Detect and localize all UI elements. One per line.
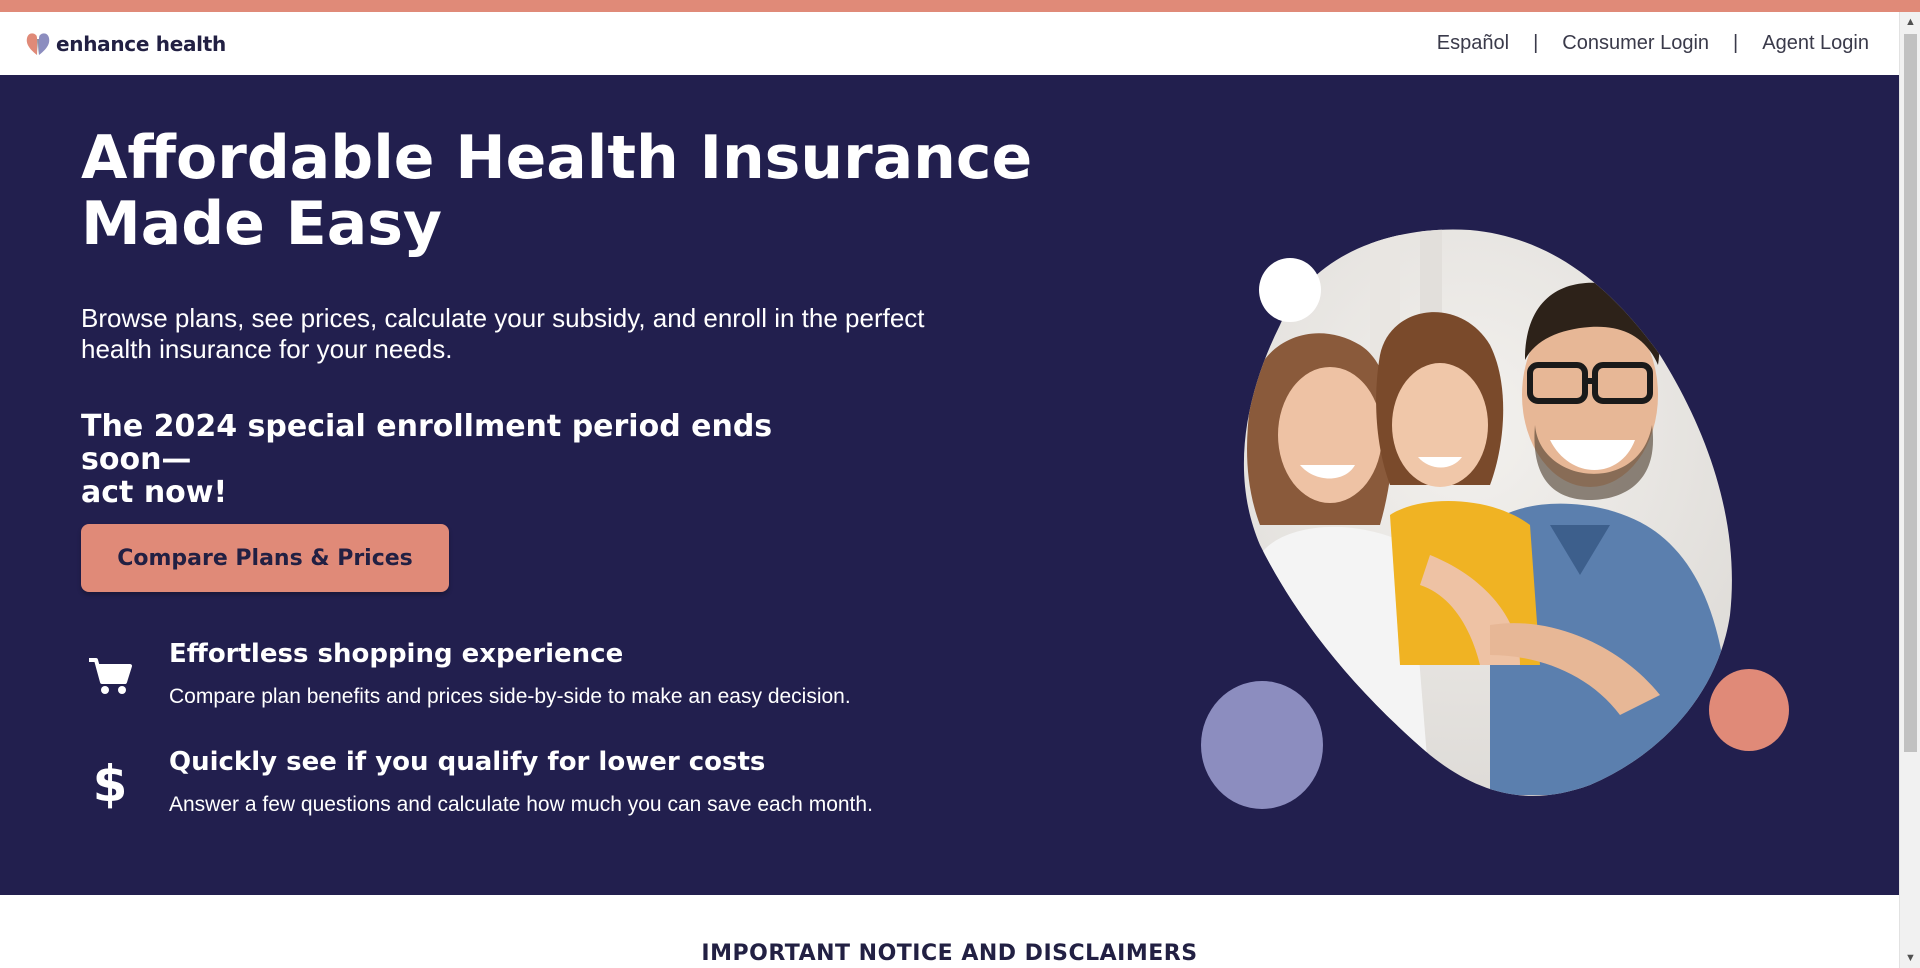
page: enhance health Español | Consumer Login … (0, 0, 1920, 968)
notice-title: IMPORTANT NOTICE AND DISCLAIMERS (701, 941, 1198, 966)
hero-title-line-1: Affordable Health Insurance (81, 123, 1033, 193)
hero-subtitle-line-1: Browse plans, see prices, calculate your… (81, 303, 925, 333)
top-nav: Español | Consumer Login | Agent Login (1437, 32, 1869, 55)
navbar: enhance health Español | Consumer Login … (0, 12, 1899, 75)
top-accent-strip (0, 0, 1920, 12)
scroll-up-arrow-icon[interactable]: ▲ (1900, 12, 1920, 32)
scrollbar-thumb[interactable] (1904, 34, 1917, 752)
nav-link-espanol[interactable]: Español (1437, 32, 1509, 55)
vertical-scrollbar[interactable]: ▲ ▼ (1899, 12, 1920, 968)
brand-name: enhance health (56, 31, 226, 56)
notice-section: IMPORTANT NOTICE AND DISCLAIMERS (0, 895, 1899, 968)
nav-separator: | (1533, 32, 1539, 54)
nav-link-agent-login[interactable]: Agent Login (1762, 32, 1869, 55)
dollar-glyph: $ (92, 755, 128, 813)
nav-link-consumer-login[interactable]: Consumer Login (1562, 32, 1709, 55)
enrollment-deadline-line-2: act now! (81, 475, 228, 510)
heart-logo-icon (26, 32, 50, 55)
hero-title: Affordable Health Insurance Made Easy (81, 125, 1061, 257)
shopping-cart-icon (81, 647, 139, 705)
hero-title-line-2: Made Easy (81, 189, 443, 259)
feature-description: Compare plan benefits and prices side-by… (169, 685, 851, 708)
scroll-down-arrow-icon[interactable]: ▼ (1900, 948, 1920, 968)
brand-logo[interactable]: enhance health (24, 30, 226, 58)
enrollment-deadline-text: The 2024 special enrollment period ends … (81, 410, 861, 509)
compare-plans-button[interactable]: Compare Plans & Prices (81, 524, 449, 592)
family-photo-illustration (1201, 229, 1789, 809)
feature-title: Effortless shopping experience (169, 639, 624, 669)
nav-separator: | (1733, 32, 1739, 54)
feature-title: Quickly see if you qualify for lower cos… (169, 747, 766, 777)
hero-subtitle: Browse plans, see prices, calculate your… (81, 303, 1041, 365)
feature-description: Answer a few questions and calculate how… (169, 793, 873, 816)
dollar-sign-icon: $ (81, 755, 139, 813)
hero-subtitle-line-2: health insurance for your needs. (81, 334, 453, 364)
enrollment-deadline-line-1: The 2024 special enrollment period ends … (81, 409, 773, 477)
hero-section: Affordable Health Insurance Made Easy Br… (0, 75, 1899, 895)
